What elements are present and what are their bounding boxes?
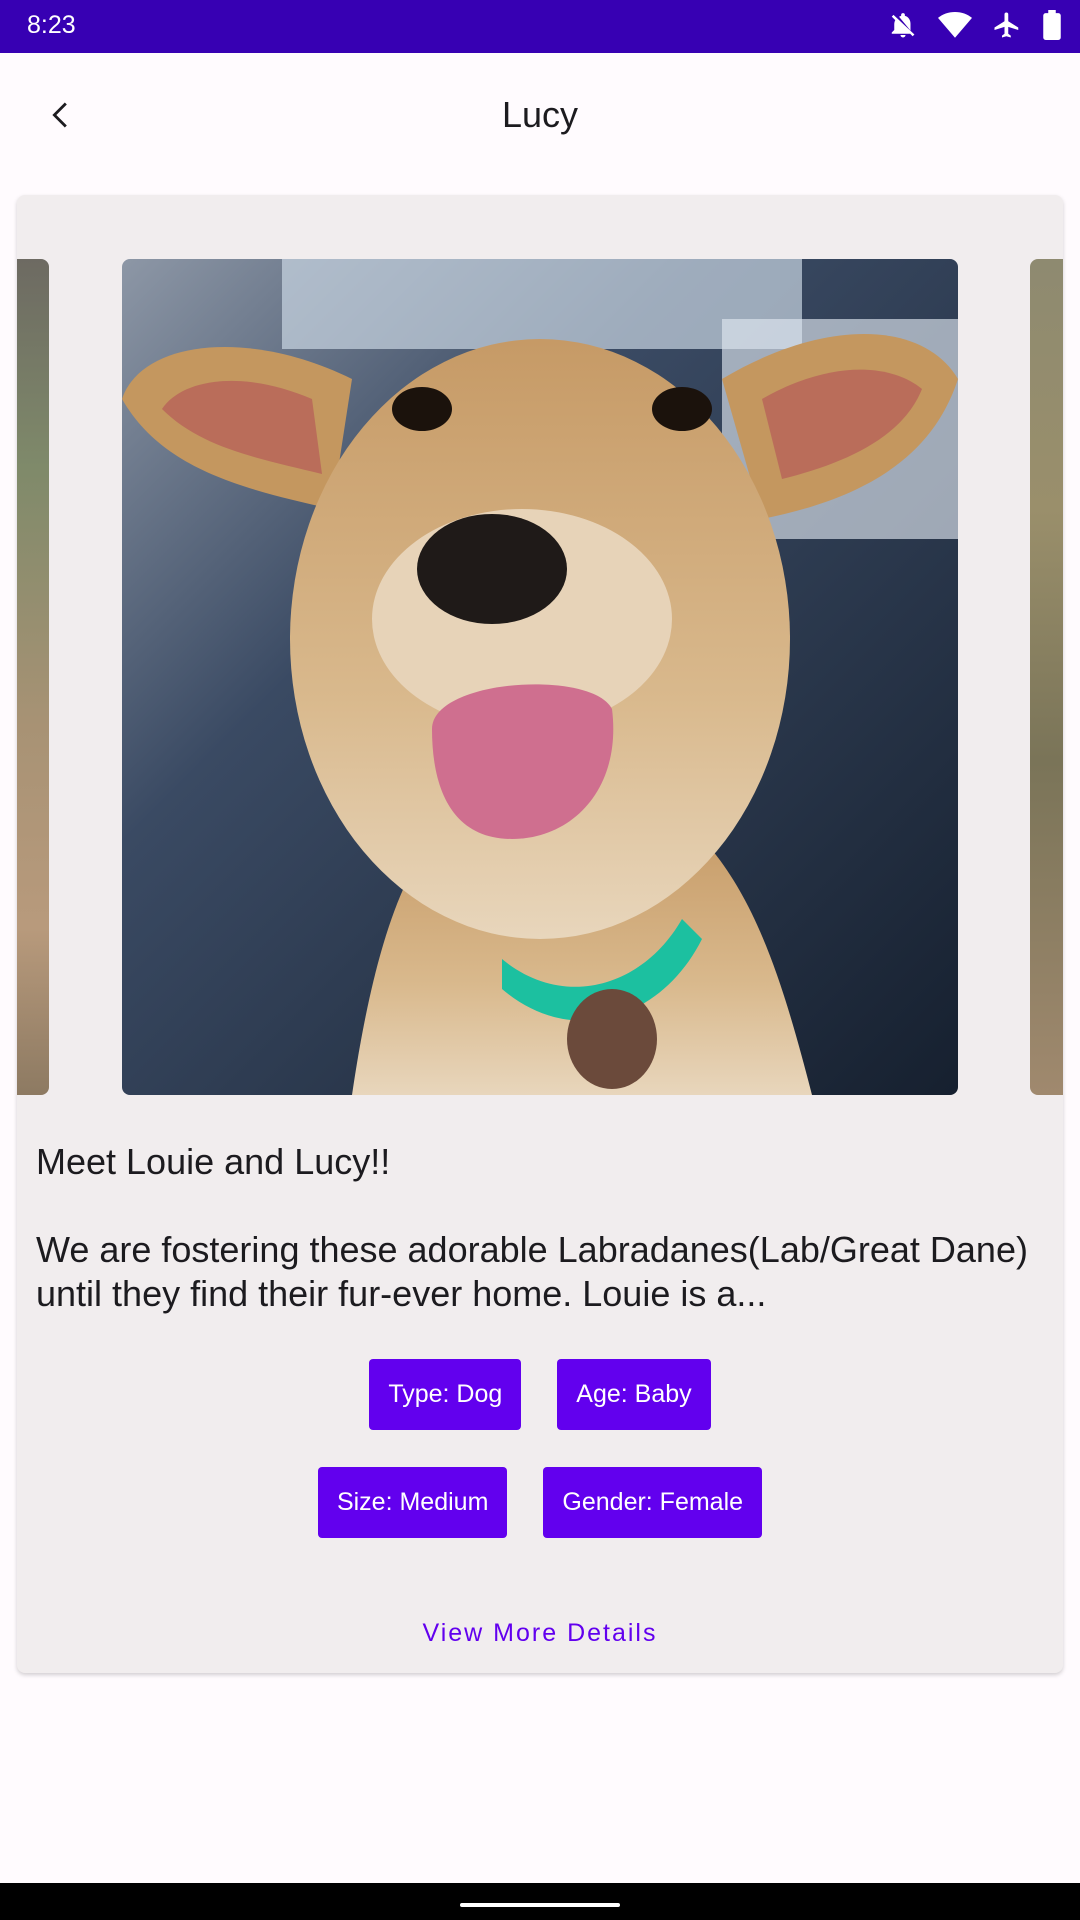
pet-photo-current[interactable]: [122, 259, 958, 1095]
pet-photo-previous[interactable]: [17, 259, 49, 1095]
page-title: Lucy: [501, 94, 579, 135]
chip-row: Size: Medium Gender: Female: [17, 1467, 1063, 1538]
wifi-icon: [938, 10, 972, 40]
home-gesture-handle[interactable]: [460, 1903, 620, 1907]
battery-icon: [1042, 10, 1062, 40]
status-time: 8:23: [27, 11, 76, 39]
chip-gender: Gender: Female: [543, 1467, 763, 1538]
status-bar: 8:23: [0, 0, 1080, 53]
airplane-icon: [992, 10, 1022, 40]
chip-age: Age: Baby: [557, 1359, 711, 1430]
view-more-details-button[interactable]: View More Details: [17, 1619, 1063, 1648]
navigation-bar: [0, 1883, 1080, 1920]
app-bar: Lucy: [0, 53, 1080, 180]
status-icons: [888, 10, 1062, 40]
chip-size: Size: Medium: [317, 1467, 508, 1538]
pet-card: Meet Louie and Lucy!! We are fostering t…: [17, 195, 1063, 1673]
chip-type: Type: Dog: [369, 1359, 522, 1430]
pet-photo-next[interactable]: [1030, 259, 1063, 1095]
chip-row: Type: Dog Age: Baby: [17, 1359, 1063, 1430]
notifications-off-icon: [888, 10, 918, 40]
pet-description: Meet Louie and Lucy!! We are fostering t…: [36, 1141, 1028, 1314]
